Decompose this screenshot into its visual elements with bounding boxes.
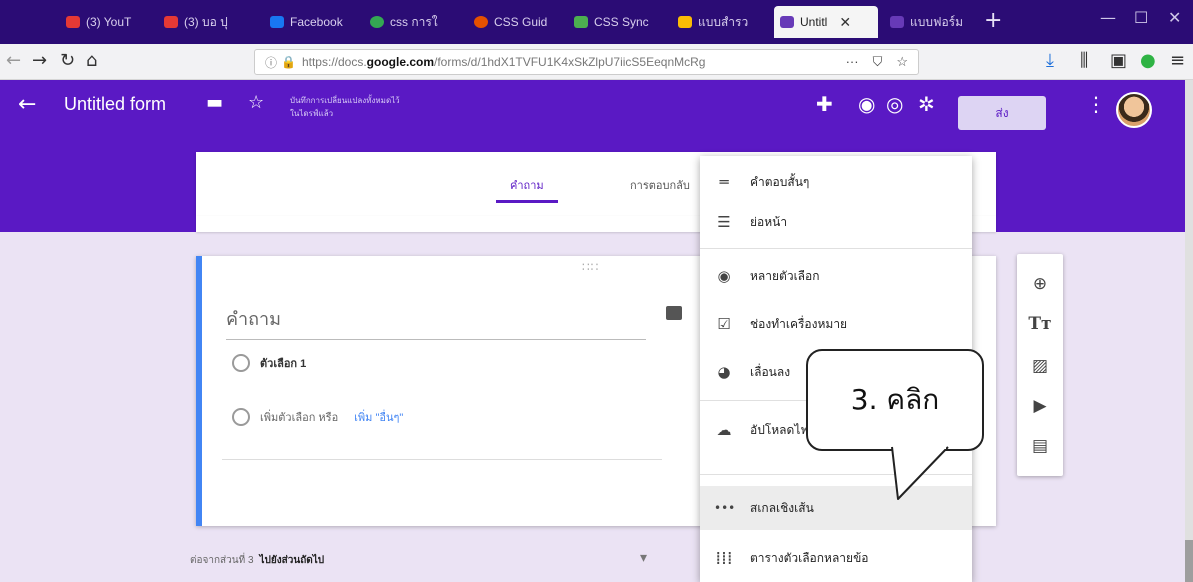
add-other-link[interactable]: เพิ่ม "อื่นๆ" xyxy=(354,408,403,426)
section-nav-text: ต่อจากส่วนที่ 3 ไปยังส่วนถัดไป xyxy=(190,555,325,566)
info-icon: ⓘ xyxy=(265,55,278,70)
forms-icon xyxy=(780,16,794,28)
browser-tab[interactable]: CSS Guid xyxy=(468,6,560,38)
grid-icon: ⁞⁞⁞ xyxy=(715,547,733,569)
site-icon xyxy=(474,16,488,28)
callout-tail xyxy=(891,445,949,500)
close-window-icon[interactable]: ✕ xyxy=(1168,8,1181,27)
maximize-icon[interactable]: ☐ xyxy=(1134,8,1148,27)
page-actions-icon[interactable]: ··· xyxy=(846,54,859,70)
browser-tab[interactable]: แบบสำรว xyxy=(672,6,764,38)
browser-tab[interactable]: css การใ xyxy=(364,6,456,38)
menu-item-multiple-choice[interactable]: ◉ หลายตัวเลือก xyxy=(700,254,972,298)
youtube-icon xyxy=(66,16,80,28)
question-title-input[interactable]: คำถาม xyxy=(226,304,646,340)
bookmark-star-icon[interactable]: ☆ xyxy=(896,54,908,70)
reload-icon[interactable]: ↻ xyxy=(60,50,75,71)
extension-icon[interactable]: ● xyxy=(1140,50,1156,71)
drive-icon xyxy=(678,16,692,28)
settings-gear-icon[interactable]: ✲ xyxy=(918,92,935,116)
download-icon[interactable]: ⤓ xyxy=(1046,50,1054,71)
add-video-icon[interactable]: ▶ xyxy=(1017,396,1063,416)
menu-icon[interactable]: ≡ xyxy=(1170,50,1185,71)
form-title[interactable]: Untitled form xyxy=(64,94,166,115)
add-title-icon[interactable]: Tт xyxy=(1017,314,1063,334)
menu-item-paragraph[interactable]: ☰ ย่อหน้า xyxy=(700,200,972,244)
folder-icon[interactable]: ▬ xyxy=(206,92,223,113)
home-icon[interactable]: ⌂ xyxy=(86,50,97,71)
linear-scale-icon: ••• xyxy=(714,501,736,515)
save-notice: บันทึกการเปลี่ยนแปลงทั้งหมดไว้ ในไดรฟ์แล… xyxy=(290,96,400,118)
preview-eye-icon[interactable]: ◎ xyxy=(886,92,903,116)
add-option-row: เพิ่มตัวเลือก หรือ เพิ่ม "อื่นๆ" xyxy=(232,408,403,426)
addon-icon[interactable]: ✚ xyxy=(816,92,833,116)
forward-icon[interactable]: → xyxy=(32,50,47,71)
option-label[interactable]: ตัวเลือก 1 xyxy=(260,354,306,372)
drag-handle-icon[interactable]: ∷∷ xyxy=(582,260,599,274)
url-bar[interactable]: ⓘ 🔒 https://docs. google.com/forms/d/1hdX… xyxy=(254,49,919,75)
side-toolbar: ⊕ Tт ▨ ▶ ▤ xyxy=(1017,254,1063,476)
option-row: ตัวเลือก 1 xyxy=(232,354,306,372)
menu-item-grid[interactable]: ⁞⁞⁞ ตารางตัวเลือกหลายข้อ xyxy=(700,536,972,580)
paragraph-icon: ☰ xyxy=(717,213,731,231)
back-arrow-icon[interactable]: ← xyxy=(18,92,36,117)
send-button[interactable]: ส่ง xyxy=(958,96,1046,130)
browser-tab-bar: (3) YouT (3) บอ ปุ Facebook css การใ CSS… xyxy=(0,0,1193,44)
add-question-icon[interactable]: ⊕ xyxy=(1017,274,1063,294)
scrollbar[interactable] xyxy=(1185,80,1193,582)
browser-tab-active[interactable]: Untitl ✕ xyxy=(774,6,878,38)
upload-icon: ☁ xyxy=(716,421,732,439)
close-tab-icon[interactable]: ✕ xyxy=(839,14,851,31)
pocket-icon[interactable]: ⛉ xyxy=(873,54,883,70)
new-tab-button[interactable]: + xyxy=(984,8,1002,33)
library-icon[interactable]: ⫼ xyxy=(1080,50,1088,71)
back-icon[interactable]: ← xyxy=(6,50,21,71)
sidebar-icon[interactable]: ▣ xyxy=(1110,50,1127,71)
radio-icon xyxy=(232,354,250,372)
checkbox-icon: ☑ xyxy=(717,315,731,333)
star-icon[interactable]: ☆ xyxy=(248,92,264,113)
menu-item-checkbox[interactable]: ☑ ช่องทำเครื่องหมาย xyxy=(700,302,972,346)
dropdown-icon: ◕ xyxy=(717,363,731,381)
annotation-callout: 3. คลิก xyxy=(806,349,984,451)
browser-tab[interactable]: CSS Sync xyxy=(568,6,660,38)
minimize-icon[interactable]: — xyxy=(1100,8,1116,27)
add-image-icon[interactable]: ▨ xyxy=(1017,356,1063,376)
menu-item-short-answer[interactable]: ═ คำตอบสั้นๆ xyxy=(700,160,972,204)
palette-icon[interactable]: ◉ xyxy=(858,92,875,116)
youtube-icon xyxy=(164,16,178,28)
tab-responses[interactable]: การตอบกลับ xyxy=(630,176,690,194)
add-option-link[interactable]: เพิ่มตัวเลือก หรือ xyxy=(260,408,338,426)
browser-tab[interactable]: แบบฟอร์ม xyxy=(884,6,972,38)
browser-tab[interactable]: Facebook xyxy=(264,6,356,38)
short-text-icon: ═ xyxy=(719,173,729,191)
divider xyxy=(222,459,662,460)
add-section-icon[interactable]: ▤ xyxy=(1017,436,1063,456)
browser-nav-bar: ← → ↻ ⌂ ⓘ 🔒 https://docs. google.com/form… xyxy=(0,44,1193,80)
chevron-down-icon[interactable]: ▾ xyxy=(640,550,647,566)
sheets-icon xyxy=(574,16,588,28)
facebook-icon xyxy=(270,16,284,28)
radio-icon: ◉ xyxy=(717,267,731,285)
radio-icon xyxy=(232,408,250,426)
divider xyxy=(700,248,972,249)
scrollbar-thumb[interactable] xyxy=(1185,540,1193,582)
more-vert-icon[interactable]: ⋮ xyxy=(1086,92,1106,116)
tab-questions[interactable]: คำถาม xyxy=(496,176,558,203)
google-icon xyxy=(370,16,384,28)
add-image-icon[interactable] xyxy=(666,306,682,320)
avatar[interactable] xyxy=(1116,92,1152,128)
browser-tab[interactable]: (3) YouT xyxy=(60,6,148,38)
forms-icon xyxy=(890,16,904,28)
browser-tab[interactable]: (3) บอ ปุ xyxy=(158,6,254,38)
lock-icon: 🔒 xyxy=(281,55,296,69)
